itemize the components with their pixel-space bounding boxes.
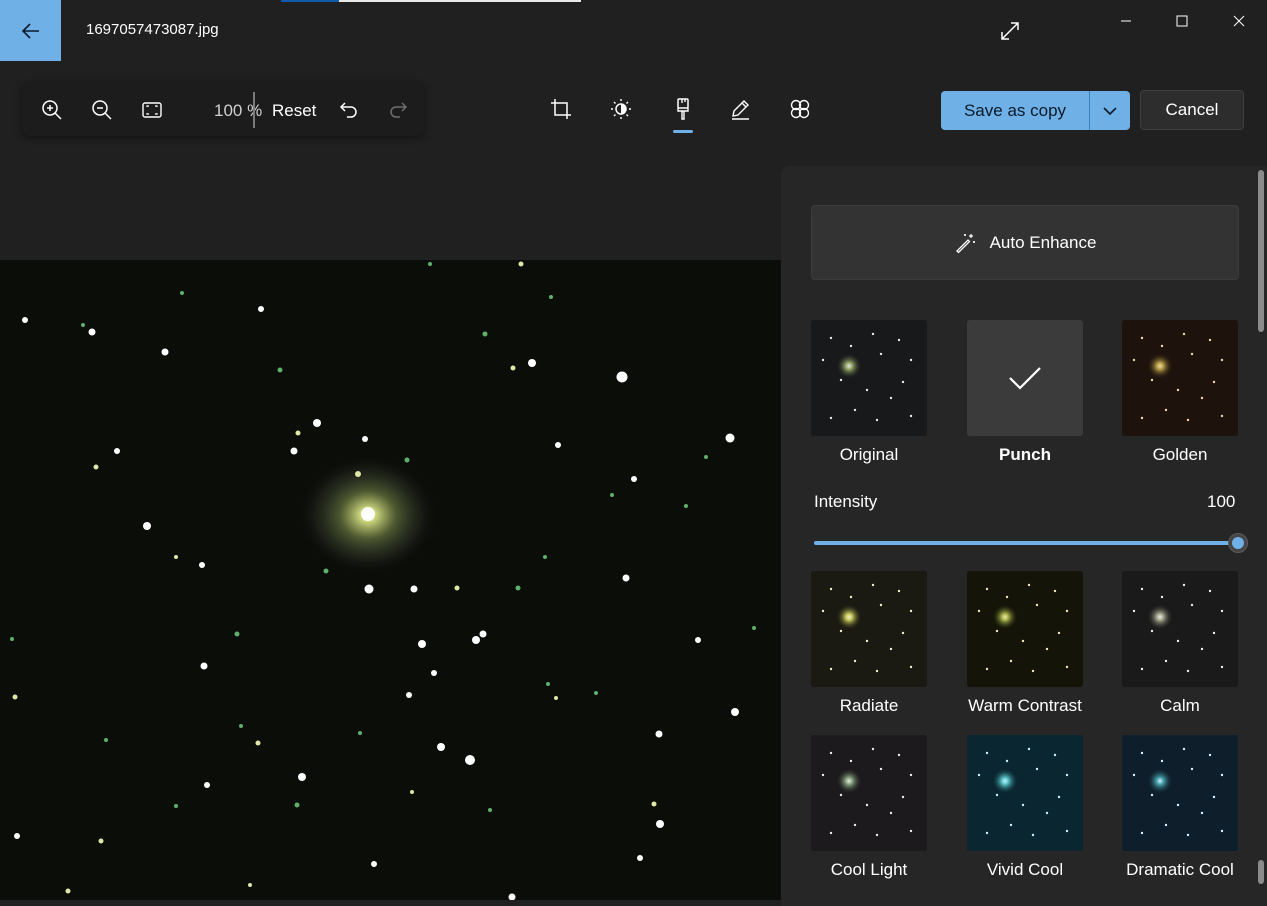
close-button[interactable] <box>1210 0 1267 42</box>
close-icon <box>1233 15 1245 27</box>
zoom-out-button[interactable] <box>88 96 116 124</box>
filter-preview <box>811 735 927 851</box>
cancel-button[interactable]: Cancel <box>1140 90 1244 130</box>
crop-tool-button[interactable] <box>546 94 576 124</box>
filter-preview <box>1122 320 1238 436</box>
retouch-tool-button[interactable] <box>785 94 815 124</box>
toolbar-divider <box>253 92 255 128</box>
photo-image <box>0 260 781 900</box>
filter-tool-button[interactable] <box>668 94 698 124</box>
filter-thumbnail[interactable] <box>1122 320 1238 436</box>
fit-to-window-icon <box>142 102 162 118</box>
zoom-in-icon <box>42 100 62 120</box>
filter-preview <box>1122 735 1238 851</box>
filter-preview <box>967 571 1083 687</box>
expand-button[interactable] <box>995 16 1025 46</box>
adjust-tool-button[interactable] <box>606 94 636 124</box>
zoom-out-icon <box>92 100 112 120</box>
filter-warm-contrast[interactable]: Warm Contrast <box>967 571 1083 715</box>
save-options-dropdown[interactable] <box>1090 91 1130 130</box>
title-accent-line <box>281 0 339 2</box>
auto-enhance-button[interactable]: Auto Enhance <box>811 205 1239 280</box>
retouch-icon <box>790 99 810 119</box>
photo-canvas[interactable] <box>0 260 781 900</box>
panel-scrollbar[interactable] <box>1258 170 1264 332</box>
filter-label: Golden <box>1152 445 1208 464</box>
filter-label: Dramatic Cool <box>1126 860 1234 879</box>
filter-label: Punch <box>999 445 1051 464</box>
reset-button[interactable]: Reset <box>272 101 316 121</box>
brightness-icon <box>611 99 631 119</box>
undo-button[interactable] <box>335 96 363 124</box>
filter-preview <box>1122 571 1238 687</box>
markup-tool-button[interactable] <box>725 94 755 124</box>
filter-label: Vivid Cool <box>986 860 1064 879</box>
title-bar: 1697057473087.jpg <box>0 0 1267 61</box>
back-button[interactable] <box>0 0 61 61</box>
zoom-in-button[interactable] <box>38 96 66 124</box>
filter-original[interactable]: Original <box>811 320 927 464</box>
title-accent-line-2 <box>339 0 581 2</box>
filter-thumbnail[interactable] <box>1122 571 1238 687</box>
intensity-label: Intensity <box>814 492 878 511</box>
chevron-down-icon <box>1103 106 1117 115</box>
intensity-slider-track[interactable] <box>814 541 1238 545</box>
filter-thumbnail[interactable] <box>811 571 927 687</box>
intensity-slider-thumb[interactable] <box>1228 533 1248 553</box>
filter-preview <box>967 735 1083 851</box>
filter-preview <box>811 320 927 436</box>
minimize-icon <box>1121 20 1131 22</box>
zoom-toolbar: 100 % Reset <box>22 82 424 136</box>
filter-thumbnail[interactable] <box>967 320 1083 436</box>
crop-icon <box>551 99 571 119</box>
window-title: 1697057473087.jpg <box>86 21 219 38</box>
filter-thumbnail[interactable] <box>811 735 927 851</box>
panel-scrollbar-lower[interactable] <box>1258 860 1264 884</box>
filter-calm[interactable]: Calm <box>1122 571 1238 715</box>
minimize-button[interactable] <box>1097 0 1155 42</box>
filter-preview <box>811 571 927 687</box>
filter-thumbnail[interactable] <box>811 320 927 436</box>
checkmark-icon <box>1009 367 1041 390</box>
save-as-copy-split-button: Save as copy <box>941 91 1130 130</box>
filter-label: Warm Contrast <box>968 696 1082 715</box>
filter-radiate[interactable]: Radiate <box>811 571 927 715</box>
filter-label: Radiate <box>839 696 899 715</box>
redo-button[interactable] <box>384 96 412 124</box>
undo-icon <box>339 102 357 118</box>
filter-thumbnail[interactable] <box>1122 735 1238 851</box>
filter-label: Cool Light <box>830 860 908 879</box>
maximize-button[interactable] <box>1153 0 1211 42</box>
filter-thumbnail[interactable] <box>967 571 1083 687</box>
filter-dramatic-cool[interactable]: Dramatic Cool <box>1122 735 1238 879</box>
redo-icon <box>390 102 408 118</box>
filter-label: Original <box>839 445 899 464</box>
filter-vivid-cool[interactable]: Vivid Cool <box>967 735 1083 879</box>
filter-cool-light[interactable]: Cool Light <box>811 735 927 879</box>
intensity-value: 100 <box>1207 492 1236 511</box>
maximize-icon <box>1176 15 1188 27</box>
filter-punch[interactable]: Punch <box>967 320 1083 464</box>
filter-label: Calm <box>1160 696 1200 715</box>
filter-brush-icon <box>677 98 689 120</box>
fit-to-window-button[interactable] <box>138 96 166 124</box>
active-tool-indicator <box>673 130 693 133</box>
filter-golden[interactable]: Golden <box>1122 320 1238 464</box>
markup-pen-icon <box>732 100 749 120</box>
save-as-copy-button[interactable]: Save as copy <box>941 91 1090 130</box>
expand-icon <box>1001 22 1019 40</box>
auto-enhance-label: Auto Enhance <box>989 232 1097 252</box>
arrow-left-icon <box>21 22 39 39</box>
filter-thumbnail[interactable] <box>967 735 1083 851</box>
magic-wand-icon <box>955 233 975 253</box>
